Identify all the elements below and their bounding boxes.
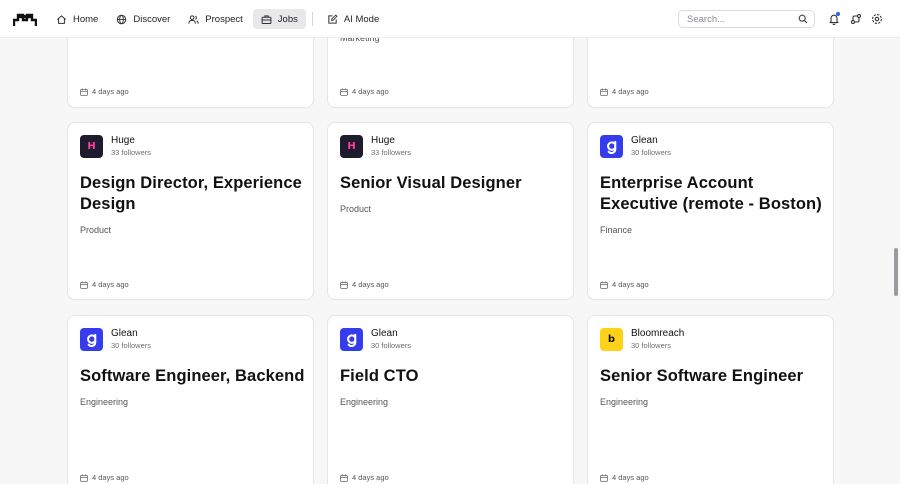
job-department: Product: [340, 204, 372, 214]
job-department: Engineering: [80, 397, 129, 407]
job-card[interactable]: Glean 30 followers Field CTO Engineering…: [327, 315, 574, 484]
company-followers: 30 followers: [631, 148, 672, 157]
job-title[interactable]: Senior Software Engineer: [600, 366, 825, 387]
job-department: Product: [80, 225, 112, 235]
search-box: [678, 10, 815, 28]
calendar-icon: [340, 280, 348, 289]
company-logo: H: [340, 135, 363, 158]
calendar-icon: [80, 87, 88, 96]
posted-time: 4 days ago: [80, 87, 129, 96]
company-logo: b: [600, 328, 623, 351]
job-card[interactable]: b Bloomreach 30 followers Senior Softwar…: [587, 315, 834, 484]
company-logo: H: [80, 135, 103, 158]
settings-icon[interactable]: [871, 13, 883, 25]
calendar-icon: [340, 87, 348, 96]
posted-time: 4 days ago: [340, 473, 389, 482]
posted-time: 4 days ago: [600, 87, 649, 96]
job-department: Finance: [600, 225, 633, 235]
posted-time: 4 days ago: [340, 280, 389, 289]
posted-time-label: 4 days ago: [612, 87, 649, 96]
posted-time: 4 days ago: [600, 280, 649, 289]
company-followers: 30 followers: [371, 341, 412, 350]
company-info[interactable]: H Huge 33 followers: [80, 135, 151, 158]
posted-time-label: 4 days ago: [352, 473, 389, 482]
company-info[interactable]: b Bloomreach 30 followers: [600, 328, 684, 351]
calendar-icon: [600, 280, 608, 289]
company-info[interactable]: Glean 30 followers: [600, 135, 671, 158]
main-nav: Home Discover Prospect Jobs AI Mode: [48, 9, 389, 29]
calendar-icon: [600, 87, 608, 96]
search-input[interactable]: [687, 11, 795, 27]
job-title[interactable]: Enterprise Account Executive (remote - B…: [600, 173, 825, 215]
posted-time: 4 days ago: [80, 473, 129, 482]
posted-time-label: 4 days ago: [92, 87, 129, 96]
company-info[interactable]: Glean 30 followers: [340, 328, 411, 351]
app-logo-icon[interactable]: [13, 11, 37, 27]
scrollbar-thumb[interactable]: [894, 248, 898, 296]
company-followers: 33 followers: [111, 148, 152, 157]
calendar-icon: [80, 280, 88, 289]
users-icon: [188, 14, 200, 24]
home-icon: [57, 14, 66, 24]
job-department: Engineering: [600, 397, 649, 407]
nav-discover[interactable]: Discover: [108, 9, 178, 29]
posted-time: 4 days ago: [80, 280, 129, 289]
company-info[interactable]: Glean 30 followers: [80, 328, 151, 351]
company-name: Glean: [371, 328, 398, 339]
posted-time-label: 4 days ago: [92, 473, 129, 482]
calendar-icon: [80, 473, 88, 482]
globe-icon: [117, 14, 127, 24]
nav-jobs-label: Jobs: [277, 13, 298, 25]
company-followers: 30 followers: [631, 341, 672, 350]
posted-time-label: 4 days ago: [92, 280, 129, 289]
glean-logo-icon: [347, 333, 357, 347]
posted-time-label: 4 days ago: [612, 473, 649, 482]
notification-dot: [836, 12, 840, 16]
company-logo: [340, 328, 363, 351]
nav-discover-label: Discover: [133, 13, 171, 25]
edit-icon: [328, 13, 338, 24]
posted-time-label: 4 days ago: [612, 280, 649, 289]
job-card[interactable]: Glean 30 followers Enterprise Account Ex…: [587, 122, 834, 300]
company-name: Bloomreach: [631, 328, 685, 339]
route-icon[interactable]: [850, 13, 862, 25]
nav-jobs[interactable]: Jobs: [252, 9, 306, 29]
nav-home-label: Home: [73, 13, 99, 25]
job-card[interactable]: Glean 30 followers Software Engineer, Ba…: [67, 315, 314, 484]
posted-time-label: 4 days ago: [352, 280, 389, 289]
nav-ai-mode-label: AI Mode: [343, 13, 380, 25]
company-logo: [80, 328, 103, 351]
company-followers: 30 followers: [111, 341, 152, 350]
job-title[interactable]: Field CTO: [340, 366, 565, 387]
company-followers: 33 followers: [371, 148, 412, 157]
posted-time: 4 days ago: [340, 87, 389, 96]
nav-prospect[interactable]: Prospect: [180, 9, 251, 29]
company-name: Huge: [371, 135, 395, 146]
company-info[interactable]: H Huge 33 followers: [340, 135, 411, 158]
posted-time-label: 4 days ago: [352, 87, 389, 96]
job-card[interactable]: H Huge 33 followers Senior Visual Design…: [327, 122, 574, 300]
glean-logo-icon: [607, 140, 617, 154]
job-title[interactable]: Senior Visual Designer: [340, 173, 565, 194]
posted-time: 4 days ago: [600, 473, 649, 482]
nav-prospect-label: Prospect: [205, 13, 243, 25]
company-name: Glean: [631, 135, 658, 146]
calendar-icon: [600, 473, 608, 482]
nav-home[interactable]: Home: [48, 9, 106, 29]
job-department: Engineering: [340, 397, 389, 407]
company-name: Huge: [111, 135, 135, 146]
nav-divider: [311, 12, 313, 26]
company-logo: [600, 135, 623, 158]
company-name: Glean: [111, 328, 138, 339]
glean-logo-icon: [87, 333, 97, 347]
briefcase-icon: [261, 14, 272, 24]
job-card[interactable]: H Huge 33 followers Design Director, Exp…: [67, 122, 314, 300]
nav-ai-mode[interactable]: AI Mode: [319, 9, 387, 29]
search-icon[interactable]: [798, 14, 808, 24]
job-title[interactable]: Design Director, Experience Design: [80, 173, 305, 215]
top-navigation-bar: Home Discover Prospect Jobs AI Mode: [0, 0, 900, 38]
calendar-icon: [340, 473, 348, 482]
job-title[interactable]: Software Engineer, Backend: [80, 366, 305, 387]
